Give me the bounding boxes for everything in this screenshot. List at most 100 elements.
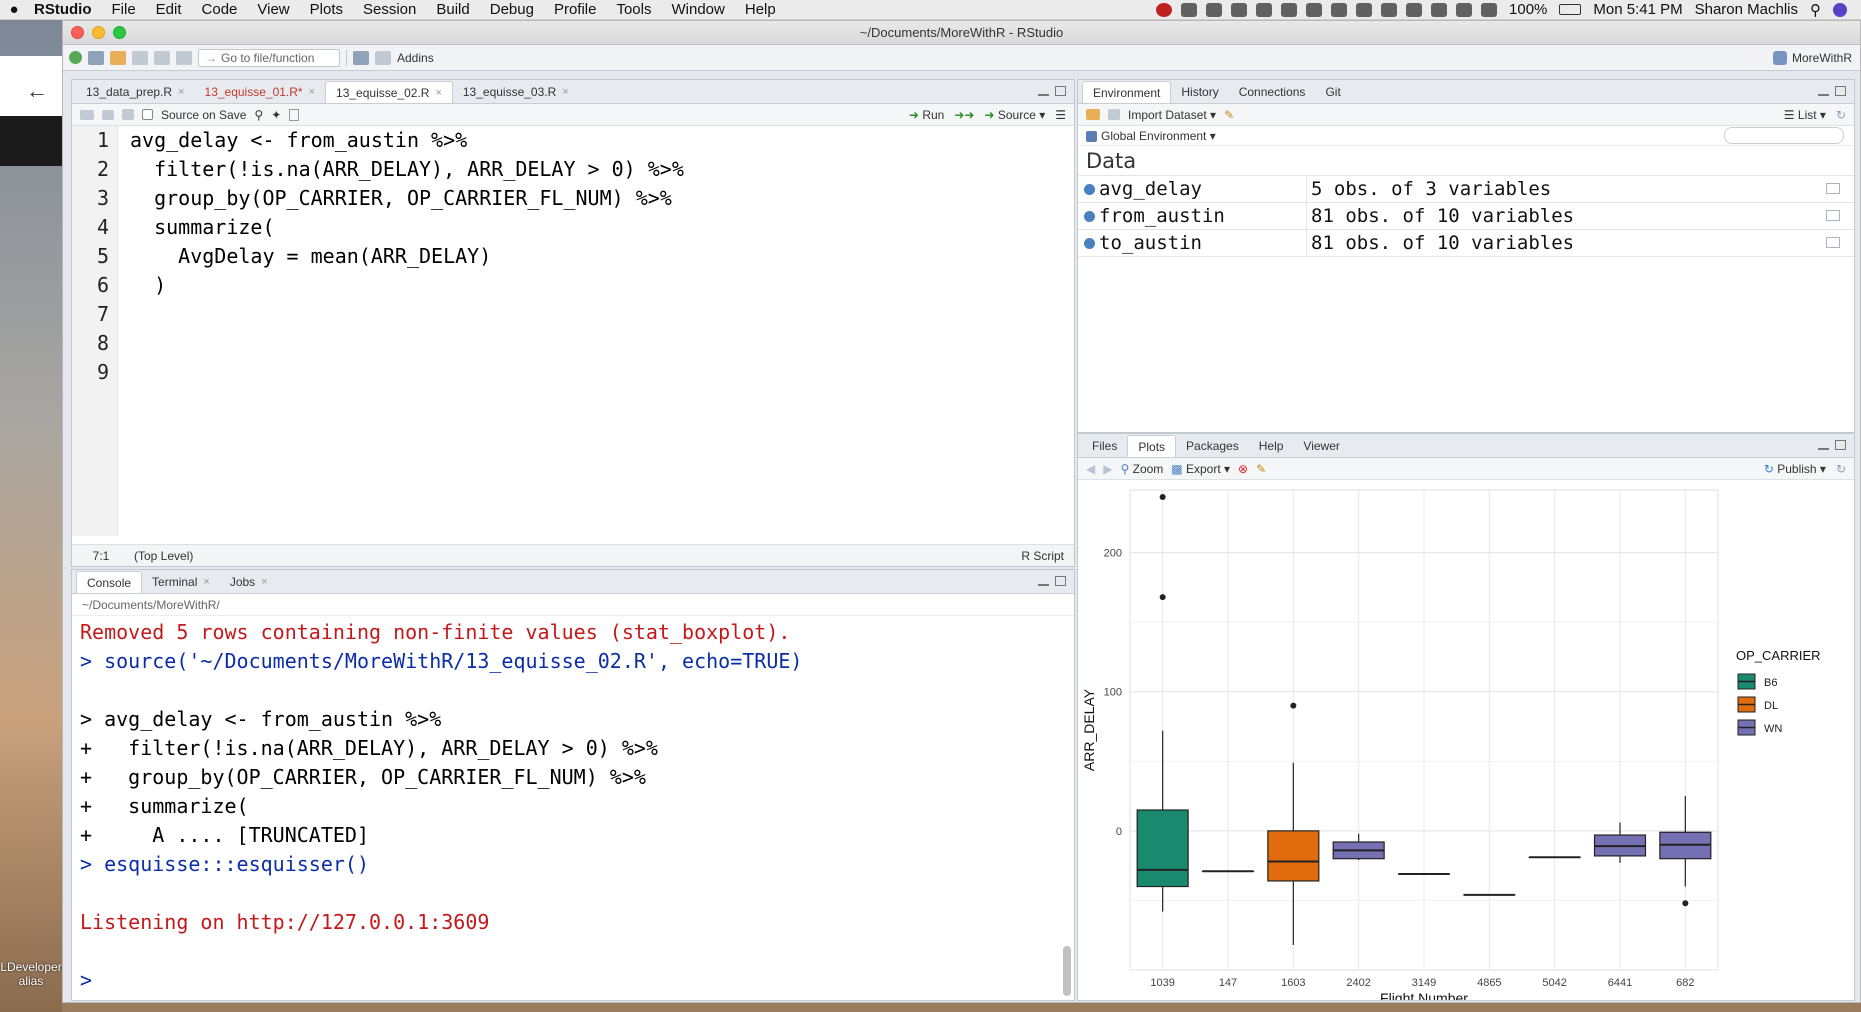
minimize-pane-icon[interactable] <box>1038 582 1049 586</box>
code-line[interactable] <box>130 300 1074 329</box>
minimize-pane-icon[interactable] <box>1038 92 1049 96</box>
code-line[interactable]: filter(!is.na(ARR_DELAY), ARR_DELAY > 0)… <box>130 155 1074 184</box>
expand-object-icon[interactable] <box>1084 237 1095 249</box>
menu-file[interactable]: File <box>102 1 146 18</box>
dropbox-icon[interactable] <box>1281 2 1298 17</box>
code-line[interactable] <box>130 329 1074 358</box>
env-object-row[interactable]: from_austin 81 obs. of 10 variables <box>1078 202 1854 230</box>
previous-plot-icon[interactable]: ◀ <box>1086 462 1095 476</box>
menu-code[interactable]: Code <box>192 1 248 18</box>
sync-icon[interactable] <box>1306 2 1323 17</box>
pen-icon[interactable] <box>1181 2 1198 17</box>
show-in-window-icon[interactable] <box>102 109 114 120</box>
keyboard-icon[interactable] <box>1431 2 1448 17</box>
menu-app-name[interactable]: RStudio <box>24 1 102 18</box>
editor-tab-equisse-02[interactable]: 13_equisse_02.R × <box>325 81 453 103</box>
pane-layout-icon[interactable] <box>375 50 391 65</box>
env-object-row[interactable]: avg_delay 5 obs. of 3 variables <box>1078 175 1854 203</box>
menu-tools[interactable]: Tools <box>606 1 661 18</box>
file-type-selector[interactable]: R Script <box>1021 549 1074 563</box>
compile-report-icon[interactable] <box>289 108 300 121</box>
tab-environment[interactable]: Environment <box>1082 81 1172 103</box>
maximize-pane-icon[interactable] <box>1055 576 1066 586</box>
code-line[interactable]: avg_delay <- from_austin %>% <box>130 126 1074 155</box>
code-editor[interactable]: 1 2 3 4 5 6 7 8 9 avg_delay <- from_aust… <box>72 126 1074 536</box>
editor-tab-equisse-01[interactable]: 13_equisse_01.R* × <box>195 81 326 103</box>
close-tab-icon[interactable]: × <box>203 571 209 593</box>
maximize-pane-icon[interactable] <box>1835 440 1846 450</box>
menu-profile[interactable]: Profile <box>544 1 607 18</box>
source-on-save-checkbox[interactable] <box>142 109 153 120</box>
window-titlebar[interactable]: ~/Documents/MoreWithR - RStudio <box>63 21 1860 45</box>
maximize-pane-icon[interactable] <box>1055 86 1066 96</box>
tab-terminal[interactable]: Terminal × <box>142 571 220 593</box>
editor-tab-equisse-03[interactable]: 13_equisse_03.R × <box>453 81 579 103</box>
code-line[interactable] <box>130 358 1074 387</box>
document-outline-icon[interactable]: ☰ <box>1055 108 1066 122</box>
print-icon[interactable] <box>176 50 192 65</box>
back-icon[interactable] <box>80 109 94 120</box>
export-button[interactable]: ▩ Export ▾ <box>1171 462 1230 476</box>
view-mode-selector[interactable]: ☰ List ▾ <box>1784 108 1826 122</box>
tab-help[interactable]: Help <box>1249 435 1294 457</box>
menu-window[interactable]: Window <box>662 1 735 18</box>
tab-jobs[interactable]: Jobs × <box>220 571 278 593</box>
search-icon[interactable]: ⚲ <box>254 108 263 122</box>
battery-percent[interactable]: 100% <box>1509 1 1547 18</box>
zoom-window-button[interactable] <box>113 26 126 39</box>
new-project-icon[interactable] <box>88 50 104 65</box>
record-icon[interactable] <box>1156 2 1173 17</box>
close-tab-icon[interactable]: × <box>435 82 441 104</box>
bluetooth-icon[interactable] <box>1406 2 1423 17</box>
view-data-grid-icon[interactable] <box>1826 183 1840 194</box>
back-arrow-icon[interactable]: ← <box>26 78 48 104</box>
clear-workspace-icon[interactable]: ✎ <box>1224 108 1234 122</box>
run-button[interactable]: ➜ Run <box>909 108 944 122</box>
expand-object-icon[interactable] <box>1084 210 1095 222</box>
bolt-icon[interactable] <box>1381 2 1398 17</box>
user-name[interactable]: Sharon Machlis <box>1695 1 1798 18</box>
volume-icon[interactable] <box>1481 2 1498 17</box>
code-tools-icon[interactable]: ✦ <box>271 108 281 122</box>
environment-scope-selector[interactable]: Global Environment ▾ <box>1078 126 1854 146</box>
menu-build[interactable]: Build <box>426 1 479 18</box>
cloud-icon[interactable] <box>1256 2 1273 17</box>
save-workspace-icon[interactable] <box>1108 109 1120 120</box>
apple-icon[interactable]: ● <box>4 1 24 18</box>
tab-files[interactable]: Files <box>1082 435 1127 457</box>
maximize-pane-icon[interactable] <box>1835 86 1846 96</box>
code-line[interactable]: ) <box>130 271 1074 300</box>
save-file-icon[interactable] <box>122 109 134 120</box>
close-window-button[interactable] <box>71 26 84 39</box>
refresh-icon[interactable]: ↻ <box>1836 462 1846 476</box>
expand-object-icon[interactable] <box>1084 183 1095 195</box>
menu-view[interactable]: View <box>247 1 299 18</box>
wifi-icon[interactable] <box>1456 2 1473 17</box>
next-plot-icon[interactable]: ▶ <box>1103 462 1112 476</box>
go-to-file-input[interactable]: Go to file/function <box>198 48 340 67</box>
console-working-directory[interactable]: ~/Documents/MoreWithR/ <box>72 594 1074 616</box>
clear-plots-icon[interactable]: ✎ <box>1256 462 1266 476</box>
menu-debug[interactable]: Debug <box>480 1 544 18</box>
adobe-icon[interactable] <box>1231 2 1248 17</box>
shield-icon[interactable] <box>1206 2 1223 17</box>
close-tab-icon[interactable]: × <box>309 81 315 103</box>
save-all-icon[interactable] <box>154 50 170 65</box>
tab-git[interactable]: Git <box>1315 81 1350 103</box>
environment-search-input[interactable] <box>1724 127 1844 144</box>
publish-button[interactable]: ↻ Publish ▾ <box>1764 462 1826 476</box>
remove-plot-icon[interactable]: ⊗ <box>1238 462 1248 476</box>
import-dataset-button[interactable]: Import Dataset ▾ <box>1128 108 1216 122</box>
scrollbar-thumb[interactable] <box>1063 946 1071 996</box>
project-menu[interactable]: MoreWithR <box>1772 50 1860 65</box>
source-button[interactable]: ➜ Source ▾ <box>984 108 1045 122</box>
zoom-button[interactable]: ⚲ Zoom <box>1120 462 1163 476</box>
menu-plots[interactable]: Plots <box>300 1 353 18</box>
close-tab-icon[interactable]: × <box>562 81 568 103</box>
tab-viewer[interactable]: Viewer <box>1293 435 1349 457</box>
code-lines[interactable]: avg_delay <- from_austin %>% filter(!is.… <box>130 126 1074 387</box>
editor-tab-data-prep[interactable]: 13_data_prep.R × <box>76 81 195 103</box>
refresh-icon[interactable]: ↻ <box>1836 108 1846 122</box>
battery-icon[interactable] <box>1559 4 1582 15</box>
new-file-icon[interactable] <box>69 51 82 64</box>
